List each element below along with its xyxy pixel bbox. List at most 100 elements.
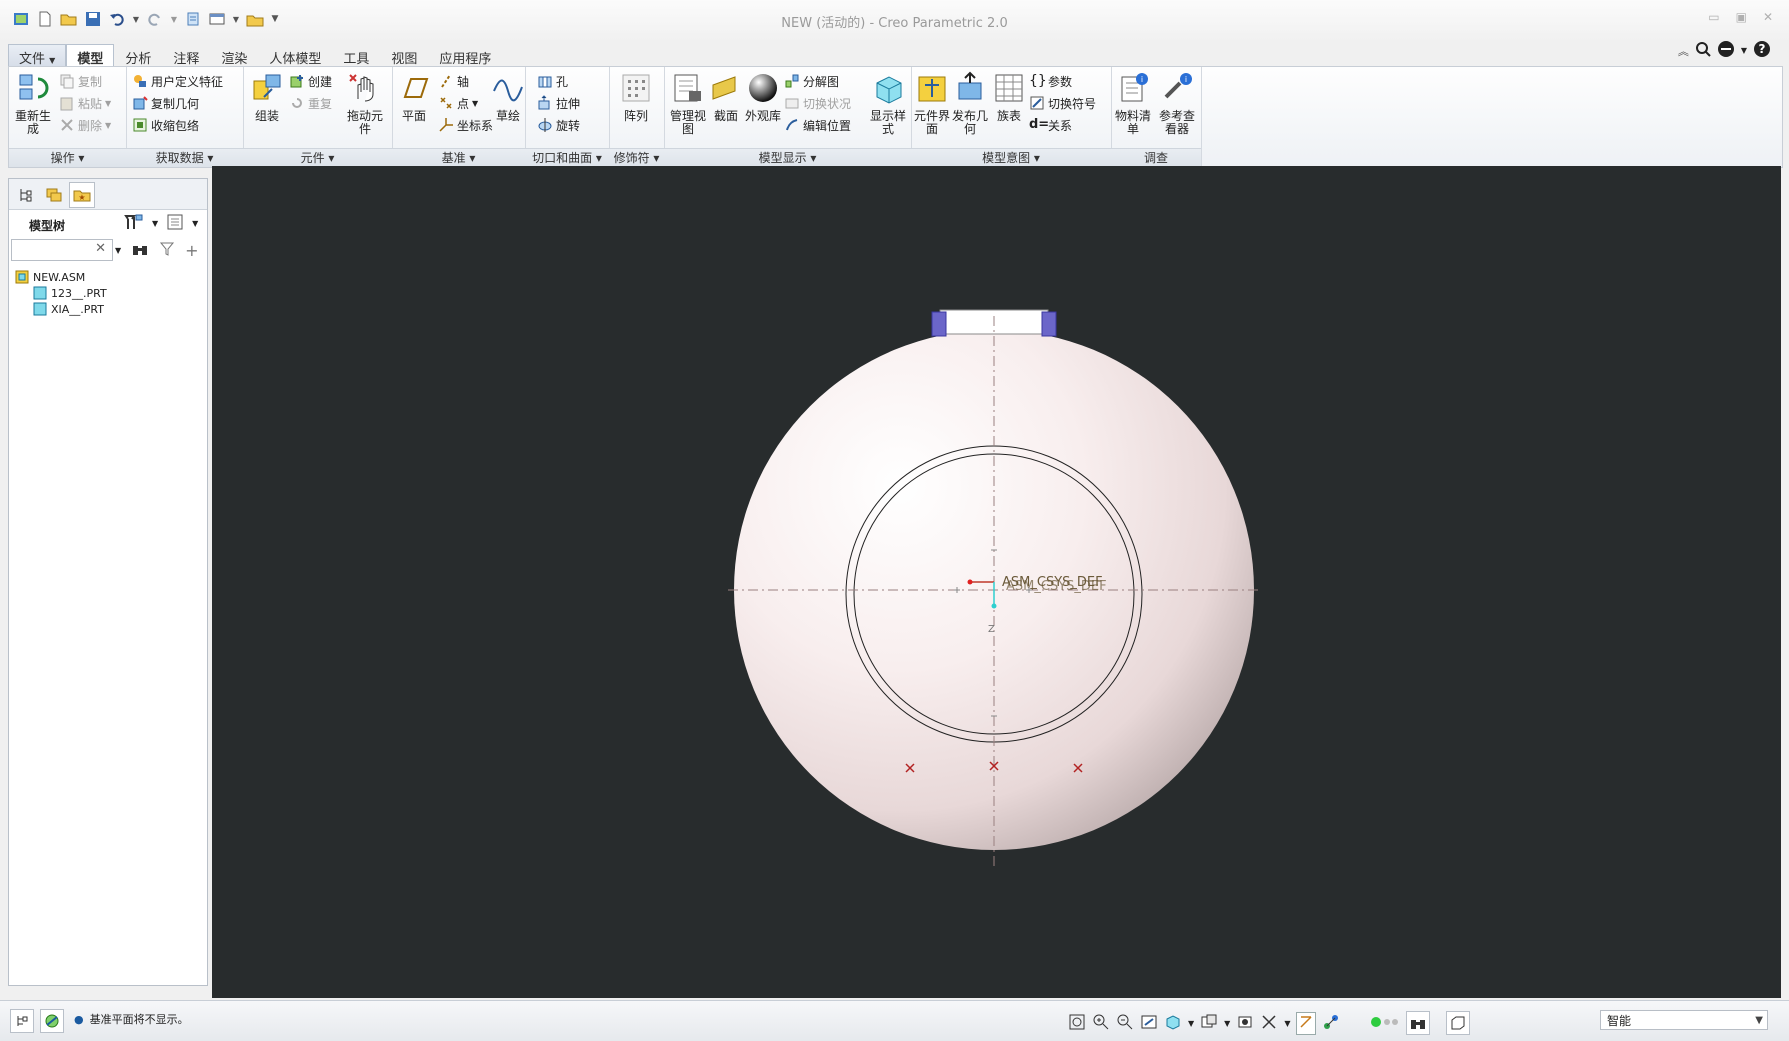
group-label-operations[interactable]: 操作 ▾ (9, 148, 126, 167)
plane-button[interactable]: 平面 (392, 71, 436, 123)
group-label-component[interactable]: 元件 ▾ (243, 148, 392, 167)
selection-filter-select[interactable]: 智能 ▼ (1600, 1010, 1768, 1030)
tab-model[interactable]: 模型 (66, 44, 115, 67)
binoculars-icon[interactable] (131, 241, 149, 260)
zoom-out-icon[interactable] (1116, 1013, 1134, 1034)
hole-button[interactable]: 孔 (537, 71, 568, 91)
zoom-in-icon[interactable] (1092, 1013, 1110, 1034)
pattern-button[interactable]: 阵列 (614, 71, 658, 123)
filter-icon[interactable] (159, 241, 175, 260)
csys-x-marker (967, 579, 973, 585)
revolve-button[interactable]: 旋转 (537, 115, 580, 135)
view-manager-dropdown-icon[interactable]: ▼ (1224, 1019, 1230, 1028)
favorites-tab[interactable]: ★ (69, 182, 95, 208)
axis-button[interactable]: 轴 (438, 71, 469, 91)
tab-render[interactable]: 渲染 (210, 44, 258, 68)
component-interface-button[interactable]: 元件界面 (913, 71, 951, 136)
paste-button[interactable]: 粘贴 ▼ (59, 93, 111, 113)
assemble-button[interactable]: 组装 (245, 71, 289, 123)
saved-orientations-icon[interactable] (1164, 1013, 1182, 1034)
folder-browser-tab[interactable] (41, 182, 67, 208)
tab-analysis[interactable]: 分析 (114, 44, 162, 68)
group-label-modifiers[interactable]: 修饰符 ▾ (609, 148, 664, 167)
tab-tools[interactable]: 工具 (332, 44, 380, 68)
create-button[interactable]: 创建 (289, 71, 332, 91)
tab-view[interactable]: 视图 (380, 44, 428, 68)
show-dropdown-icon[interactable]: ▼ (192, 219, 198, 228)
family-table-button[interactable]: 族表 (991, 71, 1027, 123)
tree-settings-dropdown-icon[interactable]: ▼ (152, 219, 158, 228)
section-button[interactable]: 截面 (708, 71, 744, 123)
repaint-icon[interactable] (1140, 1013, 1158, 1034)
display-style-button[interactable]: 显示样式 (866, 71, 910, 136)
model-tree-tab[interactable] (13, 182, 39, 208)
hinge-right[interactable] (1041, 311, 1057, 337)
shrinkwrap-button[interactable]: 收缩包络 (132, 115, 199, 135)
community-dropdown-icon[interactable]: ▼ (1741, 46, 1747, 55)
parameters-button[interactable]: {} 参数 (1029, 71, 1072, 91)
view-manager-icon[interactable] (1200, 1013, 1218, 1034)
regenerate-button[interactable]: 重新生成 (11, 71, 55, 136)
model-canvas[interactable]: ASM_CSYS_DEF ASM_CSYS_DEF Z (212, 166, 1781, 998)
tree-item-root[interactable]: NEW.ASM (15, 269, 85, 285)
copy-geometry-button[interactable]: 复制几何 (132, 93, 199, 113)
relations-button[interactable]: d= 关系 (1029, 115, 1072, 135)
tab-manikin[interactable]: 人体模型 (258, 44, 332, 68)
tab-annotate[interactable]: 注释 (162, 44, 210, 68)
perspective-icon[interactable] (1236, 1013, 1254, 1034)
tree-item-part[interactable]: 123__.PRT (33, 285, 107, 301)
toggle-browser-button[interactable] (40, 1009, 64, 1033)
point-button[interactable]: 点 ▼ (438, 93, 478, 113)
explode-view-button[interactable]: 分解图 (784, 71, 839, 91)
group-label-model-display[interactable]: 模型显示 ▾ (664, 148, 911, 167)
tree-search-input[interactable]: ✕ (11, 239, 113, 261)
add-icon[interactable]: + (185, 241, 198, 260)
switch-symbols-button[interactable]: 切换符号 (1029, 93, 1096, 113)
tree-item-part[interactable]: XIA__.PRT (33, 301, 104, 317)
tab-applications[interactable]: 应用程序 (428, 44, 502, 68)
tree-settings-icon[interactable] (124, 213, 144, 234)
group-label-get-data[interactable]: 获取数据 ▾ (126, 148, 243, 167)
copy-button[interactable]: 复制 (59, 71, 102, 91)
display-style-toolbar-icon[interactable] (1260, 1013, 1278, 1034)
toggle-navigator-button[interactable] (10, 1009, 34, 1033)
minimize-icon[interactable]: ▭ (1708, 10, 1719, 24)
drag-component-button[interactable]: 拖动元件 (343, 71, 387, 136)
selection-box-button[interactable] (1446, 1011, 1471, 1035)
collapse-ribbon-icon[interactable]: ︽ (1678, 43, 1689, 59)
delete-button[interactable]: 删除 ▼ (59, 115, 111, 135)
spin-center-icon[interactable] (1322, 1013, 1340, 1034)
toggle-status-button[interactable]: 切换状况 (784, 93, 851, 113)
sketch-button[interactable]: 草绘 (492, 71, 524, 123)
clear-search-icon[interactable]: ✕ (95, 241, 106, 256)
close-icon[interactable]: ✕ (1763, 10, 1773, 24)
search-icon[interactable] (1695, 41, 1711, 60)
community-icon[interactable] (1717, 40, 1735, 61)
manage-views-button[interactable]: 管理视图 (666, 71, 710, 136)
search-dropdown-icon[interactable]: ▼ (115, 246, 121, 255)
display-style-dropdown-icon[interactable]: ▼ (1284, 1019, 1290, 1028)
hinge-left[interactable] (931, 311, 947, 337)
help-icon[interactable]: ? (1753, 40, 1771, 61)
tab-file[interactable]: 文件 ▼ (8, 44, 67, 68)
repeat-button[interactable]: 重复 (289, 93, 332, 113)
datum-display-icon[interactable] (1296, 1011, 1317, 1035)
publish-geometry-button[interactable]: 发布几何 (951, 71, 989, 136)
group-label-cut-surface[interactable]: 切口和曲面 ▾ (525, 148, 609, 167)
graphics-viewport[interactable]: ASM_CSYS_DEF ASM_CSYS_DEF Z (212, 166, 1781, 998)
reference-viewer-button[interactable]: i 参考查看器 (1155, 71, 1199, 136)
group-label-datum[interactable]: 基准 ▾ (392, 148, 525, 167)
maximize-icon[interactable]: ▣ (1736, 10, 1747, 24)
bom-button[interactable]: i 物料清单 (1113, 71, 1153, 136)
part-icon (33, 302, 47, 316)
udf-button[interactable]: 用户定义特征 (132, 71, 223, 91)
appearance-button[interactable]: 外观库 (744, 71, 782, 123)
orientation-dropdown-icon[interactable]: ▼ (1188, 1019, 1194, 1028)
group-label-model-intent[interactable]: 模型意图 ▾ (911, 148, 1111, 167)
show-icon[interactable] (166, 213, 184, 234)
csys-button[interactable]: 坐标系 (438, 115, 493, 135)
refit-icon[interactable] (1068, 1013, 1086, 1034)
find-button[interactable] (1406, 1011, 1431, 1035)
extrude-button[interactable]: 拉伸 (537, 93, 580, 113)
edit-position-button[interactable]: 编辑位置 (784, 115, 851, 135)
